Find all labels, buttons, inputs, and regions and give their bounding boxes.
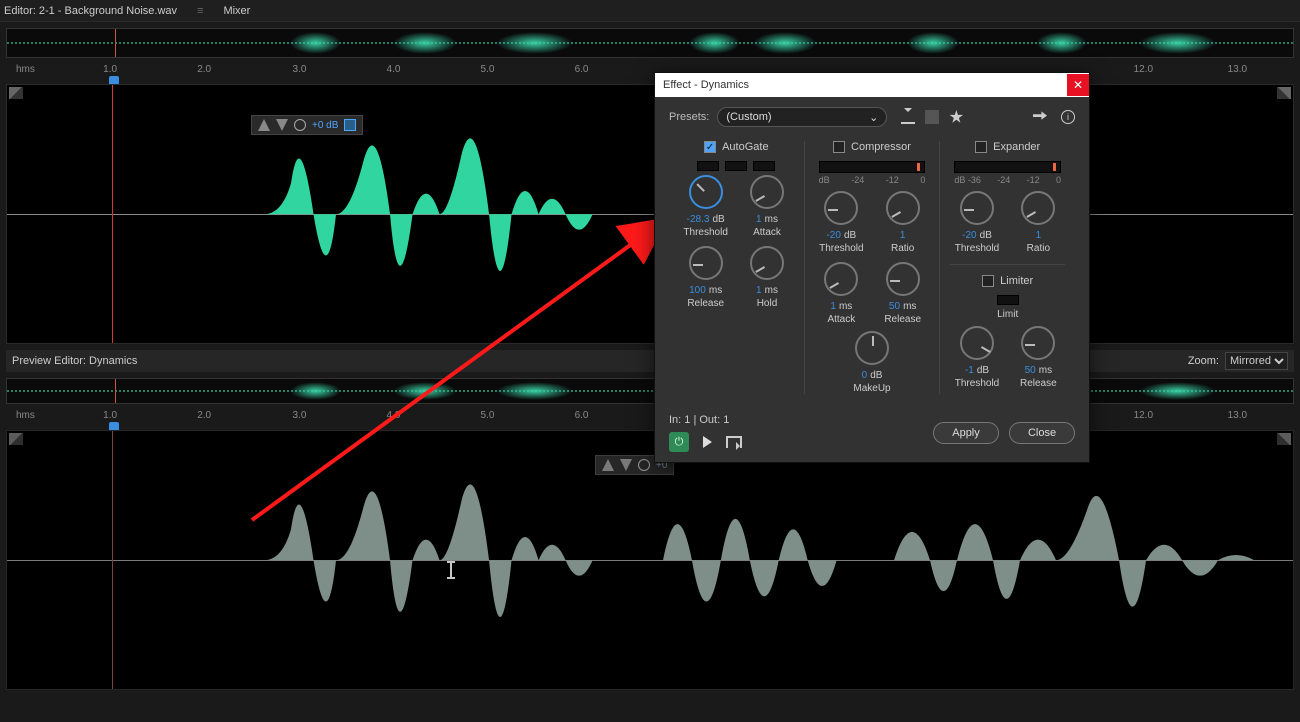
compressor-meter [819,161,926,173]
fade-icon[interactable] [602,459,614,471]
lim-threshold-knob[interactable] [960,326,994,360]
info-icon[interactable]: i [1061,110,1075,124]
preview-title: Preview Editor: Dynamics [12,355,137,367]
close-button[interactable]: Close [1009,422,1075,444]
tab-mixer[interactable]: Mixer [223,5,250,17]
comp-attack-knob[interactable] [824,262,858,296]
limiter-section: Limiter Limit -1 dB Threshold 50 ms Rele… [950,264,1065,389]
apply-button[interactable]: Apply [933,422,999,444]
channel-toggle-bottom-right[interactable] [1277,433,1291,445]
compressor-checkbox[interactable] [833,141,845,153]
autogate-threshold-knob[interactable] [689,175,723,209]
dynamics-dialog: Effect - Dynamics ✕ Presets: (Custom)⌄ i [654,72,1090,463]
autogate-checkbox[interactable] [704,141,716,153]
exp-threshold-knob[interactable] [960,191,994,225]
compressor-section: Compressor dB -24 -12 0 -20 dB Threshold… [805,141,941,394]
channel-toggle-bottom-left[interactable] [9,433,23,445]
comp-threshold-knob[interactable] [824,191,858,225]
overview-waveform-preview[interactable] [6,378,1294,404]
clock-icon[interactable] [294,119,306,131]
lim-release-knob[interactable] [1021,326,1055,360]
chevron-down-icon: ⌄ [869,111,878,124]
text-cursor [450,561,452,579]
preview-play-button[interactable] [703,436,712,448]
zoom-select[interactable]: Mirrored [1225,352,1288,370]
expander-meter [954,161,1061,173]
tab-bar: Editor: 2-1 - Background Noise.wav ≡ Mix… [0,0,1300,22]
save-preset-icon[interactable] [901,110,915,124]
dialog-titlebar[interactable]: Effect - Dynamics ✕ [655,73,1089,97]
gain-hud[interactable]: +0 dB [251,115,363,135]
compressor-label: Compressor [851,141,911,153]
power-button[interactable]: ⏻ [669,432,689,452]
clock-icon[interactable] [638,459,650,471]
pin-icon[interactable] [344,119,356,131]
autogate-hold-knob[interactable] [750,246,784,280]
close-icon[interactable]: ✕ [1067,74,1089,96]
autogate-label: AutoGate [722,141,768,153]
expander-label: Expander [993,141,1040,153]
playhead-preview[interactable] [112,431,113,689]
gain-value[interactable]: +0 dB [312,120,338,131]
presets-label: Presets: [669,111,709,123]
expander-checkbox[interactable] [975,141,987,153]
autogate-release-knob[interactable] [689,246,723,280]
channel-toggle-top-right[interactable] [1277,87,1291,99]
zoom-label: Zoom: [1188,355,1219,367]
loop-button[interactable] [726,436,742,448]
limiter-led [997,295,1019,305]
fade-icon[interactable] [258,119,270,131]
time-ruler-top[interactable]: hms 1.0 2.0 3.0 4.0 5.0 6.0 12.0 13.0 [6,64,1294,84]
comp-ratio-knob[interactable] [886,191,920,225]
preview-waveform[interactable]: +0 [6,430,1294,690]
tab-editor[interactable]: Editor: 2-1 - Background Noise.wav [4,5,177,17]
presets-select[interactable]: (Custom)⌄ [717,107,887,127]
main-waveform[interactable]: +0 dB [6,84,1294,344]
dialog-title: Effect - Dynamics [663,79,749,91]
playhead-overview[interactable] [115,29,116,57]
delete-preset-icon[interactable] [925,110,939,124]
channel-map-icon[interactable] [1033,110,1047,124]
ruler-unit: hms [16,64,35,75]
expander-section: Expander dB -36 -24 -12 0 -20 dB Thresho… [940,141,1075,394]
limiter-label: Limiter [1000,275,1033,287]
comp-makeup-knob[interactable] [855,331,889,365]
preview-header: Preview Editor: Dynamics Zoom: Mirrored [6,350,1294,372]
io-readout: In: 1 | Out: 1 [669,414,742,426]
channel-toggle-top-left[interactable] [9,87,23,99]
autogate-attack-knob[interactable] [750,175,784,209]
fade-out-icon[interactable] [620,459,632,471]
autogate-section: AutoGate -28.3 dB Threshold 1 ms Attack … [669,141,805,394]
favorite-icon[interactable] [949,110,963,124]
fade-out-icon[interactable] [276,119,288,131]
time-ruler-bottom[interactable]: hms 1.0 2.0 3.0 4.0 5.0 6.0 12.0 13.0 [6,410,1294,430]
exp-ratio-knob[interactable] [1021,191,1055,225]
overview-waveform-top[interactable] [6,28,1294,58]
playhead-main[interactable] [112,85,113,343]
comp-release-knob[interactable] [886,262,920,296]
playhead-preview-overview[interactable] [115,379,116,403]
limiter-checkbox[interactable] [982,275,994,287]
